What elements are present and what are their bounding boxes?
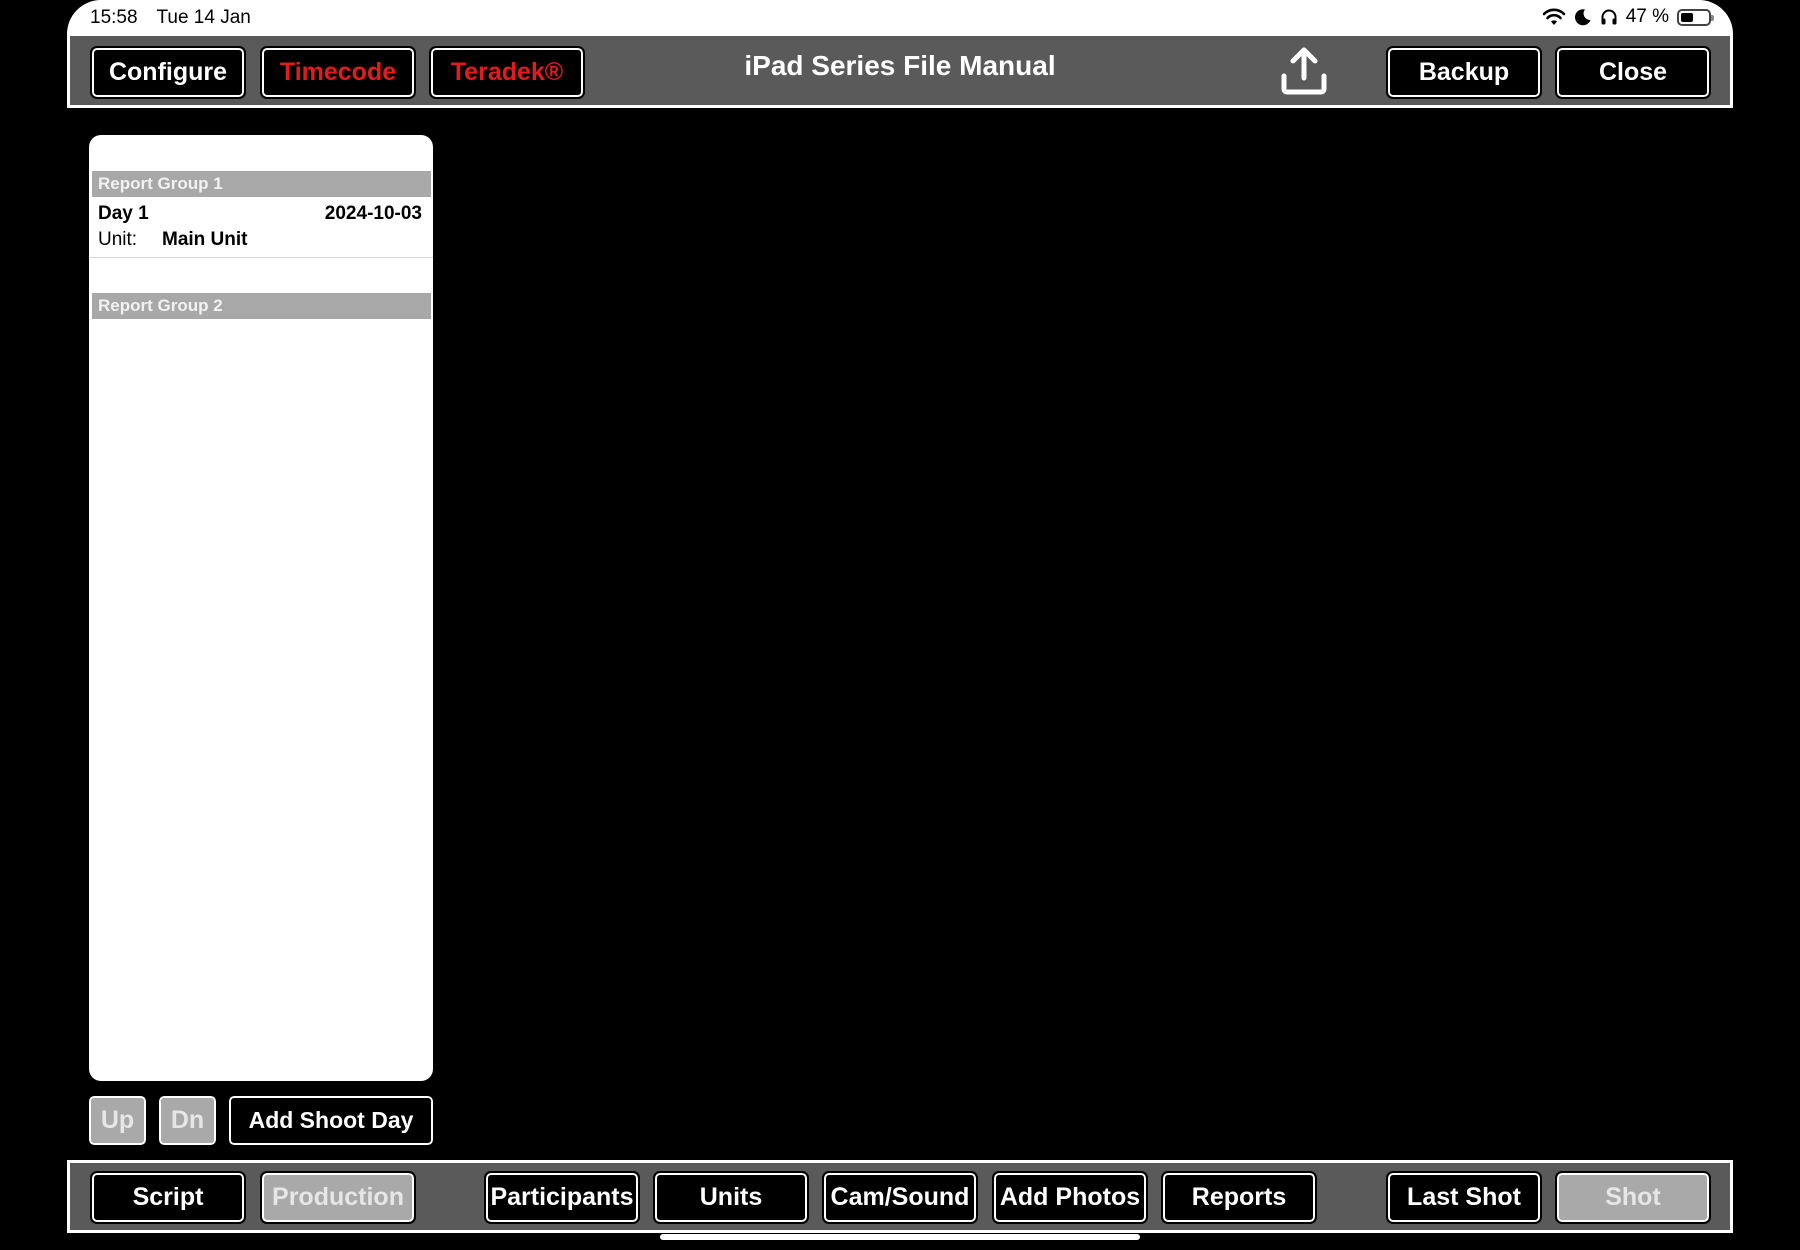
production-button[interactable]: Production [260, 1171, 416, 1224]
participants-button[interactable]: Participants [484, 1171, 640, 1224]
close-button[interactable]: Close [1555, 46, 1711, 99]
status-time: 15:58 [90, 7, 138, 28]
share-upload-icon[interactable] [1276, 42, 1332, 98]
moon-icon [1574, 9, 1591, 26]
wifi-icon [1542, 8, 1565, 25]
unit-value: Main Unit [162, 229, 248, 250]
report-group-header-1[interactable]: Report Group 1 [92, 171, 431, 197]
add-photos-button[interactable]: Add Photos [992, 1171, 1148, 1224]
teradek-button[interactable]: Teradek® [429, 46, 585, 99]
top-toolbar: iPad Series File Manual Configure Timeco… [67, 36, 1733, 108]
battery-percent: 47 % [1625, 6, 1669, 27]
app-screen: 15:58 Tue 14 Jan 47 % iPad Series File M… [0, 0, 1800, 1250]
shoot-day-date: 2024-10-03 [324, 203, 422, 224]
bottom-toolbar: Script Production Participants Units Cam… [67, 1160, 1733, 1233]
home-indicator[interactable] [660, 1234, 1140, 1240]
battery-fill [1681, 12, 1693, 22]
reports-button[interactable]: Reports [1161, 1171, 1317, 1224]
move-down-button[interactable]: Dn [157, 1094, 218, 1147]
shoot-day-row[interactable]: Day 1 2024-10-03 Unit: Main Unit [89, 199, 433, 258]
headphones-icon [1601, 9, 1617, 25]
units-button[interactable]: Units [653, 1171, 809, 1224]
timecode-button[interactable]: Timecode [260, 46, 416, 99]
last-shot-button[interactable]: Last Shot [1386, 1171, 1542, 1224]
status-bar: 15:58 Tue 14 Jan 47 % [67, 0, 1733, 36]
battery-icon [1677, 8, 1714, 26]
status-left: 15:58 Tue 14 Jan [90, 7, 265, 29]
shoot-day-name: Day 1 [98, 203, 149, 224]
configure-button[interactable]: Configure [90, 46, 246, 99]
script-button[interactable]: Script [90, 1171, 246, 1224]
move-up-button[interactable]: Up [87, 1094, 148, 1147]
cam-sound-button[interactable]: Cam/Sound [822, 1171, 978, 1224]
add-shoot-day-button[interactable]: Add Shoot Day [227, 1094, 435, 1147]
status-date: Tue 14 Jan [156, 7, 251, 28]
backup-button[interactable]: Backup [1386, 46, 1542, 99]
shot-button[interactable]: Shot [1555, 1171, 1711, 1224]
report-group-header-2[interactable]: Report Group 2 [92, 293, 431, 319]
unit-label: Unit: [98, 229, 138, 250]
report-list-panel[interactable]: Report Group 1 Day 1 2024-10-03 Unit: Ma… [89, 135, 433, 1081]
status-right: 47 % [1542, 6, 1714, 28]
